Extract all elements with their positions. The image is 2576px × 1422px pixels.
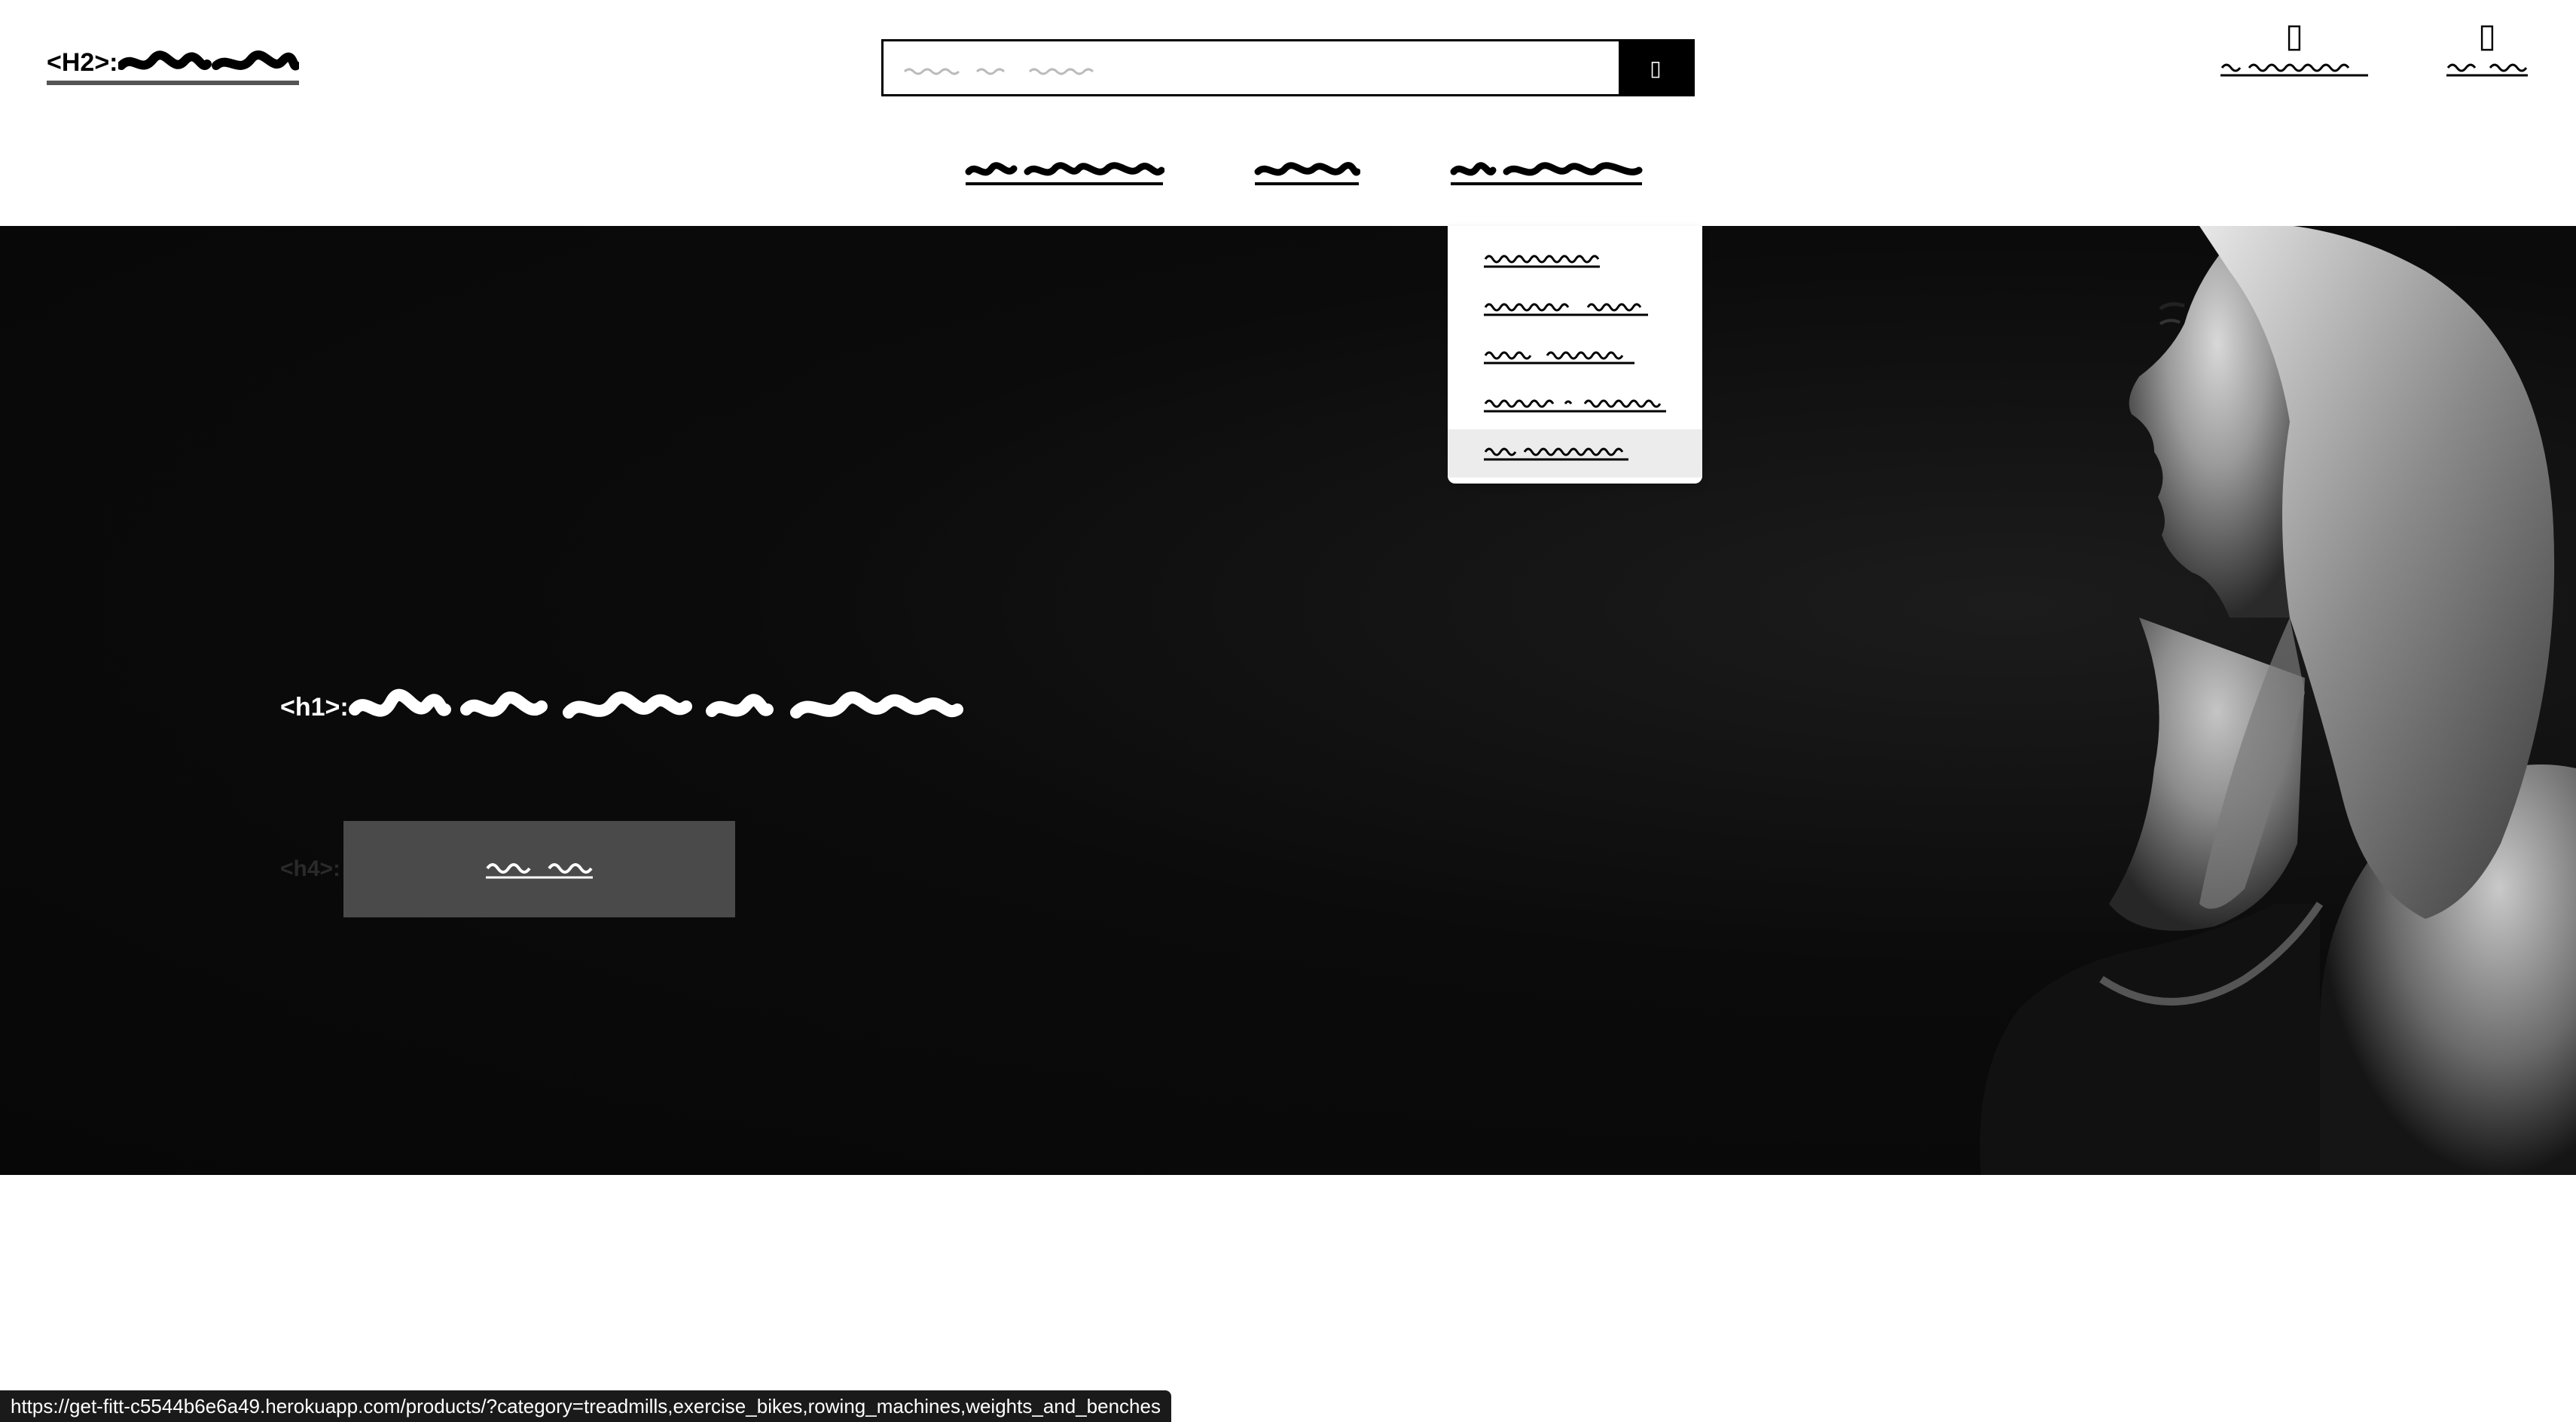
nav-item-all-products[interactable] bbox=[964, 155, 1165, 195]
my-account-label-redacted bbox=[2220, 63, 2368, 77]
main-nav bbox=[964, 155, 1644, 195]
nav-item-equipment[interactable] bbox=[1449, 155, 1644, 195]
logo-text-redacted bbox=[118, 50, 299, 71]
search-input[interactable] bbox=[884, 41, 1619, 94]
search-bar: ▯ bbox=[881, 39, 1695, 96]
hero-subheading-tag: <h4>: bbox=[280, 856, 341, 881]
hero-subheading: <h4>: bbox=[280, 821, 736, 917]
site-header: <H2>: ▯ ▯ ▯ bbox=[0, 0, 2576, 226]
dropdown-item-5-hovered[interactable] bbox=[1448, 429, 1702, 478]
dropdown-item-4-redacted bbox=[1484, 399, 1666, 413]
dropdown-item-2-redacted bbox=[1484, 303, 1648, 316]
shop-now-label-redacted bbox=[486, 863, 594, 879]
user-icon: ▯ bbox=[2285, 17, 2304, 54]
hero-heading-text-redacted bbox=[348, 688, 963, 719]
nav-item-clothing[interactable] bbox=[1253, 155, 1361, 195]
cart-label-redacted bbox=[2446, 63, 2528, 77]
equipment-dropdown-menu bbox=[1448, 226, 1702, 484]
hero-image-athlete bbox=[1979, 226, 2576, 1175]
search-icon: ▯ bbox=[1650, 56, 1662, 80]
dropdown-item-2[interactable] bbox=[1448, 285, 1702, 333]
nav-equipment-redacted bbox=[1450, 162, 1643, 185]
hero-banner: <h1>: <h4>: bbox=[0, 226, 2576, 1175]
logo-tag: <H2>: bbox=[47, 48, 118, 77]
dropdown-item-3-redacted bbox=[1484, 351, 1634, 365]
search-button[interactable]: ▯ bbox=[1619, 41, 1692, 94]
site-logo[interactable]: <H2>: bbox=[47, 48, 299, 86]
cart-link[interactable]: ▯ bbox=[2440, 15, 2534, 84]
dropdown-item-3[interactable] bbox=[1448, 333, 1702, 381]
dropdown-item-5-redacted bbox=[1484, 447, 1628, 461]
cart-icon: ▯ bbox=[2477, 17, 2497, 54]
hero-heading: <h1>: bbox=[280, 687, 990, 731]
dropdown-item-4[interactable] bbox=[1448, 381, 1702, 429]
my-account-link[interactable]: ▯ bbox=[2214, 15, 2374, 84]
dropdown-item-1-redacted bbox=[1484, 255, 1600, 268]
dropdown-item-1[interactable] bbox=[1448, 236, 1702, 285]
nav-all-products-redacted bbox=[965, 162, 1165, 185]
browser-status-bar-url: https://get-fitt-c5544b6e6a49.herokuapp.… bbox=[0, 1390, 1171, 1422]
nav-clothing-redacted bbox=[1254, 162, 1361, 185]
shop-now-button[interactable] bbox=[343, 821, 736, 917]
hero-heading-tag: <h1>: bbox=[280, 692, 349, 722]
